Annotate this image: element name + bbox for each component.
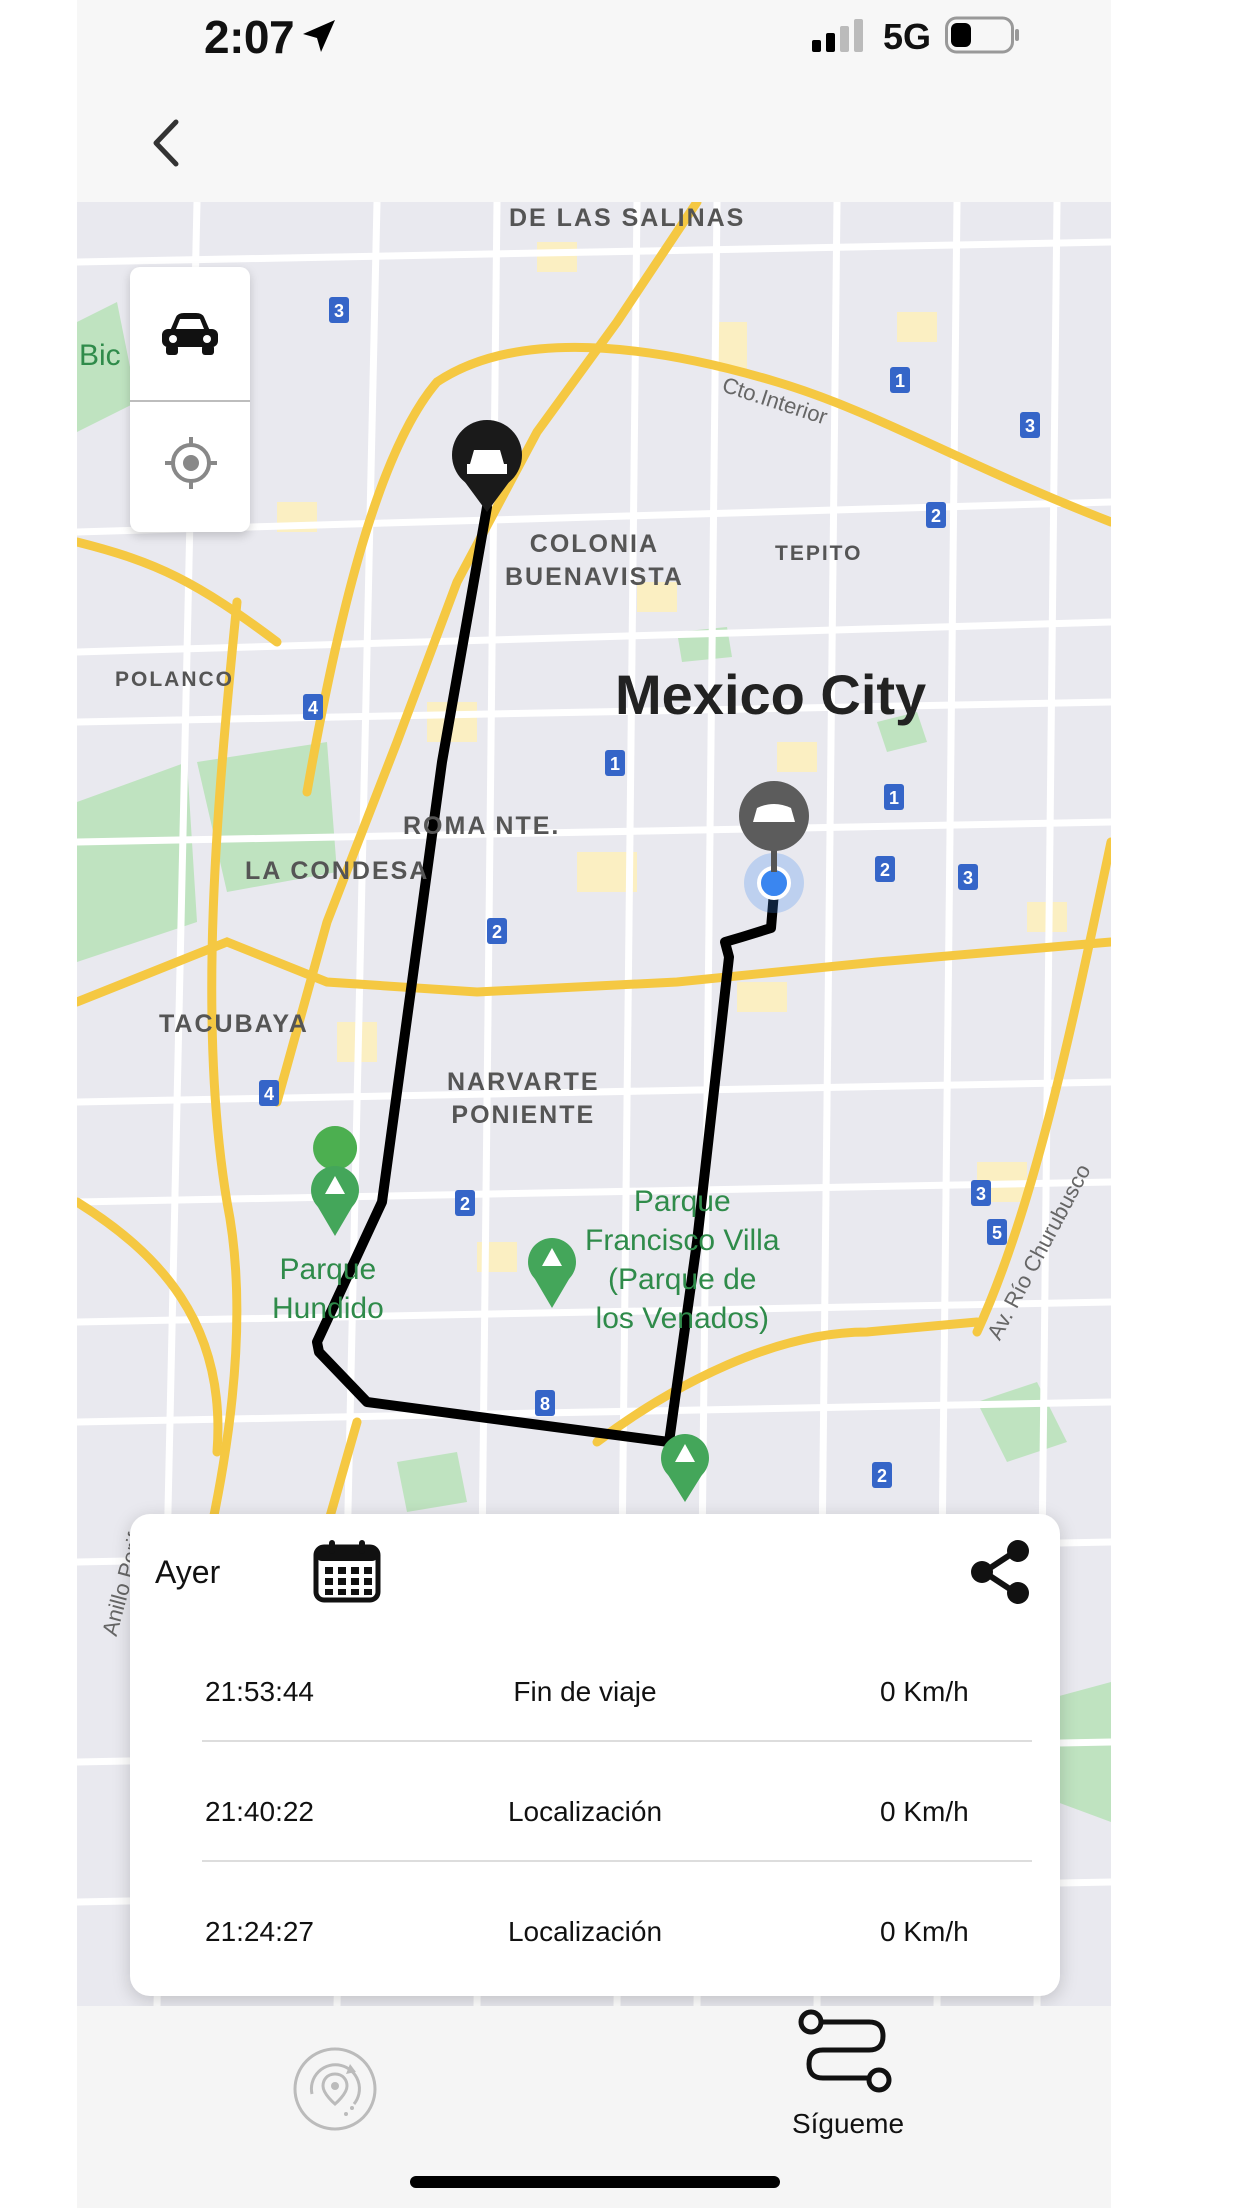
map-controls — [130, 267, 250, 532]
network-type: 5G — [883, 16, 932, 57]
svg-text:2: 2 — [931, 506, 941, 526]
map-label-colonia-buenavista: COLONIA BUENAVISTA — [505, 530, 684, 591]
top-navigation-bar — [77, 78, 1111, 202]
svg-text:2: 2 — [880, 860, 890, 880]
home-indicator[interactable] — [410, 2176, 780, 2188]
event-type: Localización — [507, 1916, 663, 1947]
follow-me-label[interactable]: Sígueme — [753, 2108, 943, 2140]
svg-text:4: 4 — [308, 698, 318, 718]
status-bar: 2:07 5G — [77, 0, 1111, 78]
svg-text:3: 3 — [1025, 416, 1035, 436]
row-divider — [202, 1740, 1032, 1742]
svg-text:1: 1 — [610, 754, 620, 774]
trip-day-label: Ayer — [155, 1554, 221, 1590]
event-time: 21:40:22 — [205, 1796, 314, 1827]
route-history-icon[interactable] — [292, 2046, 378, 2132]
event-time: 21:24:27 — [205, 1916, 314, 1947]
trip-events-card: Ayer 21:53:44 Fin de viaje 0 Km/h 21:40:… — [130, 1514, 1060, 1996]
follow-me-route-icon[interactable] — [797, 2008, 897, 2100]
trip-event-row[interactable]: 21:53:44 Fin de viaje 0 Km/h — [130, 1636, 1060, 1756]
map-label-mexico-city: Mexico City — [615, 663, 927, 726]
map-label-bic: Bic — [79, 339, 121, 372]
event-speed: 0 Km/h — [880, 1796, 969, 1827]
map-label-parque-hundido: Parque Hundido — [272, 1253, 384, 1325]
bottom-navigation-bar: Sígueme — [77, 2006, 1111, 2208]
svg-text:5: 5 — [992, 1223, 1002, 1243]
event-speed: 0 Km/h — [880, 1916, 969, 1947]
map-label-tacubaya: TACUBAYA — [159, 1010, 309, 1038]
app-screen: 2:07 5G 3 1 3 2 4 1 1 2 3 2 4 2 3 5 8 2 … — [77, 0, 1111, 2208]
battery-icon — [945, 16, 1019, 54]
svg-text:3: 3 — [334, 301, 344, 321]
location-arrow-icon — [303, 20, 335, 52]
map-label-salinas: DE LAS SALINAS — [509, 204, 746, 232]
trip-event-row[interactable]: 21:24:27 Localización 0 Km/h — [130, 1876, 1060, 1996]
svg-text:2: 2 — [460, 1194, 470, 1214]
svg-text:2: 2 — [492, 922, 502, 942]
map-label-tepito: TEPITO — [775, 542, 863, 565]
trip-event-row[interactable]: 21:40:22 Localización 0 Km/h — [130, 1756, 1060, 1876]
vehicle-car-icon[interactable] — [158, 309, 222, 359]
svg-text:3: 3 — [976, 1184, 986, 1204]
share-icon[interactable] — [968, 1539, 1034, 1605]
event-type: Fin de viaje — [513, 1676, 657, 1707]
svg-text:1: 1 — [889, 788, 899, 808]
event-type: Localización — [507, 1796, 663, 1827]
calendar-icon[interactable] — [313, 1539, 381, 1603]
back-chevron-icon[interactable] — [142, 116, 192, 170]
map-label-roma-norte: ROMA NTE. — [403, 812, 561, 840]
svg-text:3: 3 — [963, 868, 973, 888]
map-view[interactable]: 3 1 3 2 4 1 1 2 3 2 4 2 3 5 8 2 DE LAS S… — [77, 202, 1111, 2006]
event-time: 21:53:44 — [205, 1676, 314, 1707]
status-time: 2:07 — [204, 11, 295, 63]
map-label-polanco: POLANCO — [115, 668, 234, 691]
map-label-la-condesa: LA CONDESA — [245, 857, 430, 885]
map-controls-divider — [130, 400, 250, 402]
event-speed: 0 Km/h — [880, 1676, 969, 1707]
signal-icon — [812, 19, 863, 52]
my-location-target-icon[interactable] — [163, 435, 219, 491]
row-divider — [202, 1860, 1032, 1862]
map-label-narvarte-poniente: NARVARTE PONIENTE — [447, 1068, 600, 1129]
svg-text:1: 1 — [895, 371, 905, 391]
svg-text:4: 4 — [264, 1084, 274, 1104]
svg-text:2: 2 — [877, 1466, 887, 1486]
svg-text:8: 8 — [540, 1394, 550, 1414]
map-label-parque-francisco-villa: Parque Francisco Villa (Parque de los Ve… — [585, 1185, 780, 1335]
